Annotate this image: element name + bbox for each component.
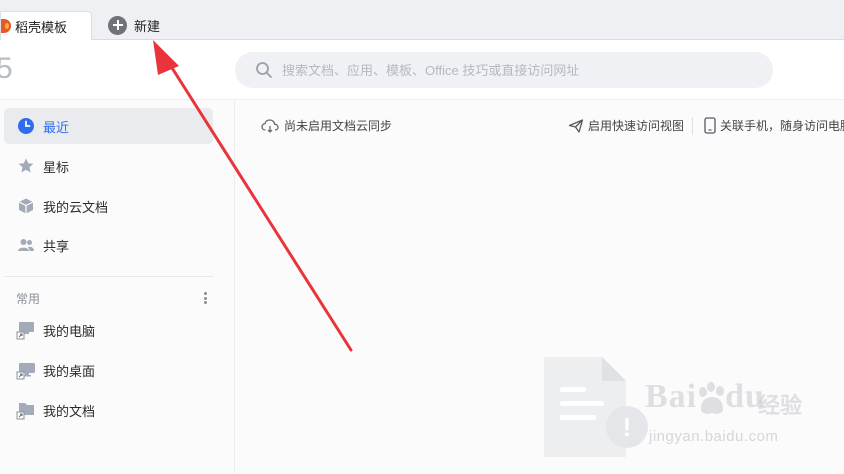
folder-shortcut-icon bbox=[16, 400, 36, 420]
cloud-sync-link[interactable]: 尚未启用文档云同步 bbox=[261, 117, 392, 134]
plus-icon bbox=[108, 15, 127, 35]
quick-access-label: 启用快速访问视图 bbox=[588, 119, 685, 133]
tab-bar: 稻壳模板 新建 bbox=[0, 0, 844, 40]
search-bar[interactable] bbox=[235, 52, 773, 88]
watermark-cn: 经验 bbox=[758, 393, 803, 418]
paper-plane-icon bbox=[568, 118, 584, 133]
cloud-box-icon bbox=[16, 196, 36, 216]
cloud-sync-label: 尚未启用文档云同步 bbox=[284, 119, 393, 133]
sidebar-item-my-computer[interactable]: 我的电脑 bbox=[4, 312, 213, 348]
sidebar-item-label: 我的电脑 bbox=[43, 323, 96, 339]
sidebar-item-cloud-docs[interactable]: 我的云文档 bbox=[4, 188, 213, 224]
sidebar-item-label: 最近 bbox=[43, 119, 70, 135]
paw-icon bbox=[699, 382, 724, 414]
sidebar-item-label: 共享 bbox=[43, 238, 70, 254]
tab-label: 稻壳模板 bbox=[15, 19, 68, 35]
alert-icon: ! bbox=[606, 406, 648, 448]
more-options-icon[interactable] bbox=[199, 291, 211, 305]
brand-logo-fragment: 5 bbox=[0, 52, 13, 85]
common-section-header: 常用 bbox=[16, 290, 211, 306]
tab-docer-templates[interactable]: 稻壳模板 bbox=[0, 11, 92, 40]
clock-icon bbox=[16, 116, 36, 136]
sidebar-item-label: 我的桌面 bbox=[43, 363, 96, 379]
cloud-sync-icon bbox=[261, 118, 279, 133]
search-icon bbox=[256, 62, 272, 78]
star-icon bbox=[16, 156, 36, 176]
new-tab-label: 新建 bbox=[134, 18, 161, 34]
phone-icon bbox=[704, 117, 716, 134]
link-phone-link[interactable]: 关联手机，随身访问电脑文档 bbox=[704, 117, 844, 134]
sidebar-item-label: 我的云文档 bbox=[43, 199, 109, 215]
desktop-shortcut-icon bbox=[16, 360, 36, 380]
people-icon bbox=[16, 235, 36, 255]
baidu-watermark: Bai du 经验 jingyan.baidu.com bbox=[645, 378, 805, 458]
watermark-url: jingyan.baidu.com bbox=[649, 428, 779, 445]
sidebar-item-recent[interactable]: 最近 bbox=[4, 108, 213, 144]
sidebar-item-shared[interactable]: 共享 bbox=[4, 227, 213, 263]
sidebar-item-starred[interactable]: 星标 bbox=[4, 148, 213, 184]
header: 5 bbox=[0, 40, 844, 100]
sidebar-item-label: 我的文档 bbox=[43, 403, 96, 419]
section-title: 常用 bbox=[16, 291, 41, 306]
sidebar: 最近 星标 我的云文档 共享 常用 我的电脑 我的桌面 我的文档 bbox=[0, 100, 235, 474]
sidebar-divider bbox=[4, 276, 213, 277]
computer-shortcut-icon bbox=[16, 320, 36, 340]
sidebar-item-my-documents[interactable]: 我的文档 bbox=[4, 392, 213, 428]
sidebar-item-my-desktop[interactable]: 我的桌面 bbox=[4, 352, 213, 388]
quick-access-view-link[interactable]: 启用快速访问视图 bbox=[568, 117, 684, 134]
search-input[interactable] bbox=[282, 62, 742, 78]
new-tab-button[interactable]: 新建 bbox=[108, 15, 160, 35]
sidebar-item-label: 星标 bbox=[43, 159, 70, 175]
docer-logo-icon bbox=[1, 19, 11, 33]
toolbar-separator bbox=[692, 117, 693, 135]
link-phone-label: 关联手机，随身访问电脑文档 bbox=[720, 119, 844, 133]
